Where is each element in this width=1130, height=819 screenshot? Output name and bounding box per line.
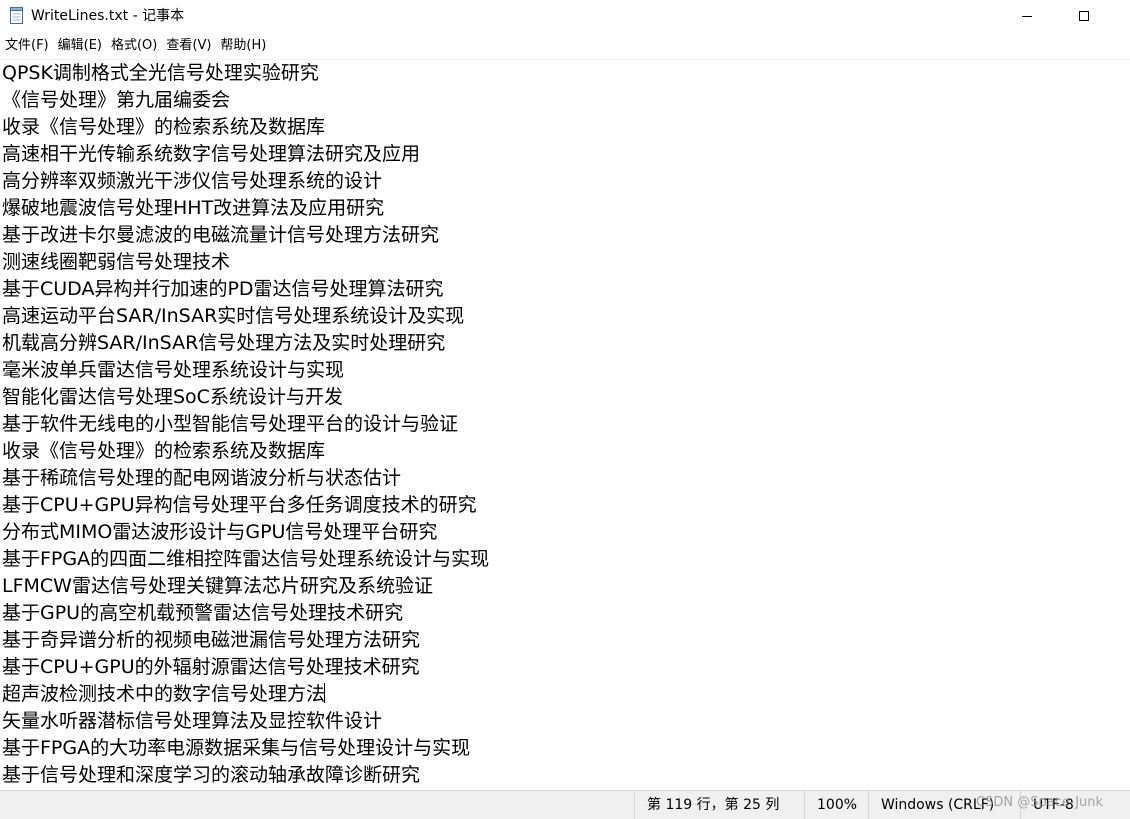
text-line[interactable]: 矢量水听器潜标信号处理算法及显控软件设计 <box>0 708 1130 735</box>
text-line[interactable]: 基于CPU+GPU异构信号处理平台多任务调度技术的研究 <box>0 492 1130 519</box>
title-bar[interactable]: WriteLines.txt - 记事本 <box>0 0 1130 32</box>
text-line-content: 基于FPGA的四面二维相控阵雷达信号处理系统设计与实现 <box>2 548 490 570</box>
text-line[interactable]: 基于信号处理和深度学习的滚动轴承故障诊断研究 <box>0 762 1130 789</box>
text-line[interactable]: 超声波检测技术中的数字信号处理方法 <box>0 681 1130 708</box>
text-line[interactable]: 基于FPGA的四面二维相控阵雷达信号处理系统设计与实现 <box>0 546 1130 573</box>
text-line-content: 基于CPU+GPU的外辐射源雷达信号处理技术研究 <box>2 656 420 678</box>
text-editor[interactable]: QPSK调制格式全光信号处理实验研究 《信号处理》第九届编委会收录《信号处理》的检… <box>0 59 1130 790</box>
text-line[interactable]: 基于奇异谱分析的视频电磁泄漏信号处理方法研究 <box>0 627 1130 654</box>
watermark: CSDN @Space-Junk <box>976 795 1104 810</box>
text-line-content: 高分辨率双频激光干涉仪信号处理系统的设计 <box>2 170 383 192</box>
text-line[interactable]: QPSK调制格式全光信号处理实验研究 <box>0 60 1130 87</box>
text-line-content: 高速运动平台SAR/InSAR实时信号处理系统设计及实现 <box>2 305 465 327</box>
text-line[interactable]: 机载高分辨SAR/InSAR信号处理方法及实时处理研究 <box>0 330 1130 357</box>
menu-help[interactable]: 帮助(H) <box>215 36 269 56</box>
notepad-window: WriteLines.txt - 记事本 文件(F) 编辑(E) 格式(O) 查… <box>0 0 1130 819</box>
text-line-content: 收录《信号处理》的检索系统及数据库 <box>2 440 326 462</box>
text-line[interactable]: 基于CPU+GPU的外辐射源雷达信号处理技术研究 <box>0 654 1130 681</box>
cursor-position: 第 119 行，第 25 列 <box>634 791 804 819</box>
text-line-content: 基于稀疏信号处理的配电网谐波分析与状态估计 <box>2 467 402 489</box>
menu-format[interactable]: 格式(O) <box>106 36 160 56</box>
text-line[interactable]: 基于软件无线电的小型智能信号处理平台的设计与验证 <box>0 411 1130 438</box>
text-line-content: 《信号处理》第九届编委会 <box>2 89 231 111</box>
text-line-content: 基于改进卡尔曼滤波的电磁流量计信号处理方法研究 <box>2 224 440 246</box>
menu-view[interactable]: 查看(V) <box>161 36 214 56</box>
text-line-content: 测速线圈靶弱信号处理技术 <box>2 251 231 273</box>
maximize-icon <box>1079 11 1089 21</box>
text-lines: QPSK调制格式全光信号处理实验研究 《信号处理》第九届编委会收录《信号处理》的检… <box>0 60 1130 789</box>
text-line-content: 基于软件无线电的小型智能信号处理平台的设计与验证 <box>2 413 459 435</box>
window-title: WriteLines.txt - 记事本 <box>31 8 185 24</box>
text-line-content: 超声波检测技术中的数字信号处理方法 <box>2 683 326 705</box>
menu-edit[interactable]: 编辑(E) <box>53 36 105 56</box>
zoom-level: 100% <box>804 791 868 819</box>
text-line[interactable]: 基于GPU的高空机载预警雷达信号处理技术研究 <box>0 600 1130 627</box>
text-line[interactable]: 基于CUDA异构并行加速的PD雷达信号处理算法研究 <box>0 276 1130 303</box>
text-line[interactable]: 爆破地震波信号处理HHT改进算法及应用研究 <box>0 195 1130 222</box>
text-line-content: 爆破地震波信号处理HHT改进算法及应用研究 <box>2 197 385 219</box>
text-line[interactable]: 收录《信号处理》的检索系统及数据库 <box>0 114 1130 141</box>
text-line[interactable]: 收录《信号处理》的检索系统及数据库 <box>0 438 1130 465</box>
minimize-icon <box>1022 15 1032 17</box>
text-line-content: QPSK调制格式全光信号处理实验研究 <box>2 62 319 84</box>
minimize-button[interactable] <box>1004 0 1050 32</box>
text-line[interactable]: 《信号处理》第九届编委会 <box>0 87 1130 114</box>
text-caret <box>324 683 326 703</box>
text-line-content: 基于奇异谱分析的视频电磁泄漏信号处理方法研究 <box>2 629 421 651</box>
text-line[interactable]: LFMCW雷达信号处理关键算法芯片研究及系统验证 <box>0 573 1130 600</box>
text-line-content: 基于GPU的高空机载预警雷达信号处理技术研究 <box>2 602 404 624</box>
text-line-content: 高速相干光传输系统数字信号处理算法研究及应用 <box>2 143 421 165</box>
maximize-button[interactable] <box>1061 0 1107 32</box>
text-line-content: 收录《信号处理》的检索系统及数据库 <box>2 116 326 138</box>
notepad-icon <box>9 7 25 24</box>
text-line-content: 分布式MIMO雷达波形设计与GPU信号处理平台研究 <box>2 521 438 543</box>
text-line[interactable]: 智能化雷达信号处理SoC系统设计与开发 <box>0 384 1130 411</box>
menu-file[interactable]: 文件(F) <box>0 36 52 56</box>
text-line[interactable]: 测速线圈靶弱信号处理技术 <box>0 249 1130 276</box>
text-line[interactable]: 基于FPGA的大功率电源数据采集与信号处理设计与实现 <box>0 735 1130 762</box>
text-line[interactable]: 高分辨率双频激光干涉仪信号处理系统的设计 <box>0 168 1130 195</box>
text-line-content: 基于CUDA异构并行加速的PD雷达信号处理算法研究 <box>2 278 444 300</box>
text-line-content: 智能化雷达信号处理SoC系统设计与开发 <box>2 386 343 408</box>
text-line[interactable]: 高速运动平台SAR/InSAR实时信号处理系统设计及实现 <box>0 303 1130 330</box>
text-line-content: 基于CPU+GPU异构信号处理平台多任务调度技术的研究 <box>2 494 477 516</box>
text-line-content: 毫米波单兵雷达信号处理系统设计与实现 <box>2 359 345 381</box>
text-line[interactable]: 毫米波单兵雷达信号处理系统设计与实现 <box>0 357 1130 384</box>
menu-bar: 文件(F) 编辑(E) 格式(O) 查看(V) 帮助(H) <box>0 34 1130 58</box>
text-line-content: LFMCW雷达信号处理关键算法芯片研究及系统验证 <box>2 575 433 597</box>
text-line-content: 基于FPGA的大功率电源数据采集与信号处理设计与实现 <box>2 737 471 759</box>
text-line-content: 基于信号处理和深度学习的滚动轴承故障诊断研究 <box>2 764 421 786</box>
text-line-content: 机载高分辨SAR/InSAR信号处理方法及实时处理研究 <box>2 332 446 354</box>
text-line[interactable]: 基于稀疏信号处理的配电网谐波分析与状态估计 <box>0 465 1130 492</box>
text-line[interactable]: 高速相干光传输系统数字信号处理算法研究及应用 <box>0 141 1130 168</box>
text-line-content: 矢量水听器潜标信号处理算法及显控软件设计 <box>2 710 383 732</box>
text-line[interactable]: 基于改进卡尔曼滤波的电磁流量计信号处理方法研究 <box>0 222 1130 249</box>
text-line[interactable]: 分布式MIMO雷达波形设计与GPU信号处理平台研究 <box>0 519 1130 546</box>
status-bar: 第 119 行，第 25 列 100% Windows (CRLF) UTF-8 <box>0 790 1130 819</box>
